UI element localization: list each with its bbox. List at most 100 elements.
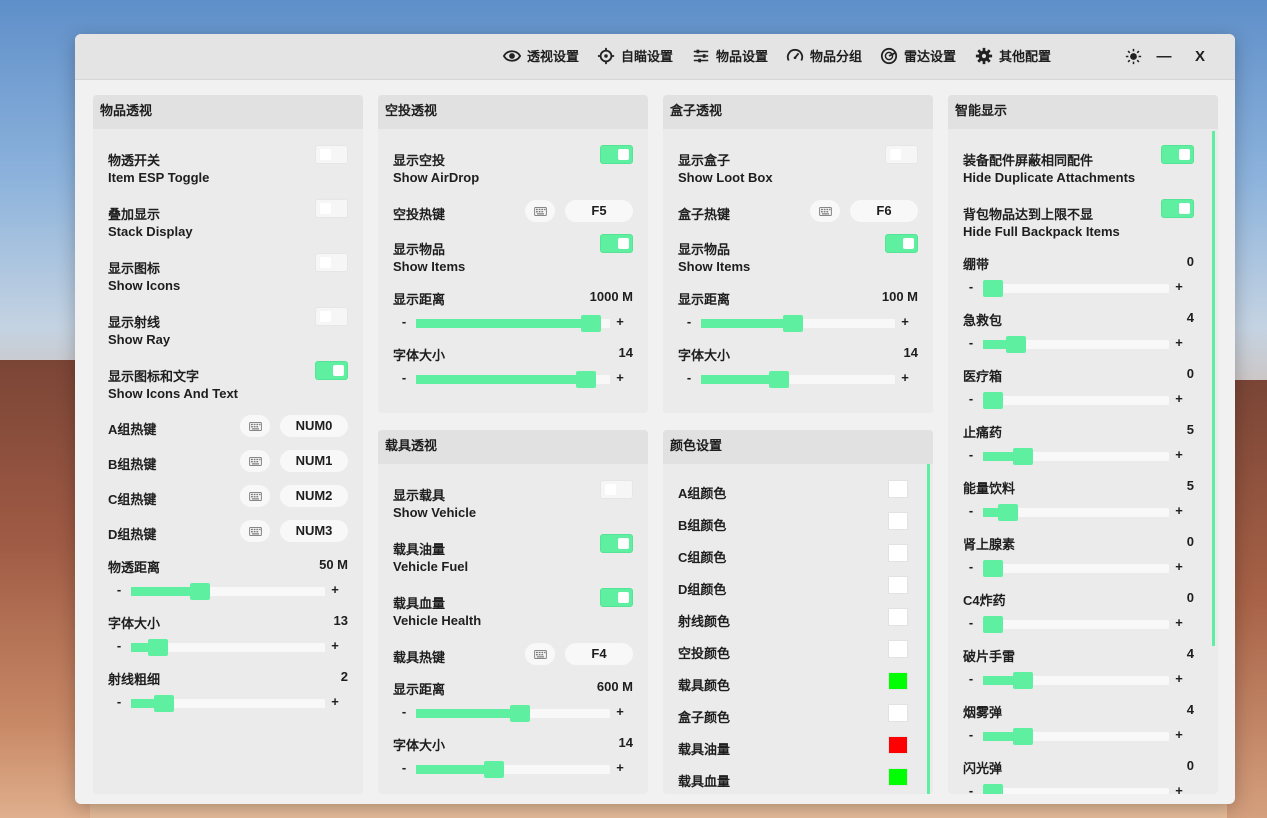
scrollbar[interactable] xyxy=(1212,131,1215,646)
slider-thumb[interactable] xyxy=(190,583,210,600)
color-swatch[interactable] xyxy=(888,608,908,626)
slider-decrement[interactable]: - xyxy=(684,314,694,329)
slider-decrement[interactable]: - xyxy=(966,279,976,294)
slider-thumb[interactable] xyxy=(1013,672,1033,689)
slider-thumb[interactable] xyxy=(1006,336,1026,353)
slider-track[interactable] xyxy=(983,392,1169,409)
slider-decrement[interactable]: - xyxy=(399,704,409,719)
slider-decrement[interactable]: - xyxy=(966,391,976,406)
color-swatch[interactable] xyxy=(888,640,908,658)
toggle-switch[interactable] xyxy=(600,534,633,553)
slider-increment[interactable]: + xyxy=(900,314,910,329)
slider-thumb[interactable] xyxy=(148,639,168,656)
slider-decrement[interactable]: - xyxy=(114,638,124,653)
slider-track[interactable] xyxy=(983,672,1169,689)
slider-decrement[interactable]: - xyxy=(966,727,976,742)
slider-track[interactable] xyxy=(131,695,325,712)
slider-decrement[interactable]: - xyxy=(114,694,124,709)
slider-track[interactable] xyxy=(983,784,1169,794)
slider-thumb[interactable] xyxy=(783,315,803,332)
slider-thumb[interactable] xyxy=(983,616,1003,633)
slider-thumb[interactable] xyxy=(983,560,1003,577)
slider-thumb[interactable] xyxy=(1013,728,1033,745)
keyboard-button[interactable] xyxy=(525,643,555,665)
slider-thumb[interactable] xyxy=(576,371,596,388)
toggle-switch[interactable] xyxy=(315,307,348,326)
color-swatch[interactable] xyxy=(888,672,908,690)
color-swatch[interactable] xyxy=(888,544,908,562)
slider-decrement[interactable]: - xyxy=(966,559,976,574)
slider-track[interactable] xyxy=(416,761,610,778)
slider-decrement[interactable]: - xyxy=(966,783,976,794)
slider-increment[interactable]: + xyxy=(615,370,625,385)
slider-track[interactable] xyxy=(983,560,1169,577)
slider-increment[interactable]: + xyxy=(615,314,625,329)
color-swatch[interactable] xyxy=(888,704,908,722)
keyboard-button[interactable] xyxy=(240,520,270,542)
slider-thumb[interactable] xyxy=(510,705,530,722)
slider-decrement[interactable]: - xyxy=(399,370,409,385)
keyboard-button[interactable] xyxy=(810,200,840,222)
nav-item-3[interactable]: 物品设置 xyxy=(692,46,768,65)
nav-item-1[interactable]: 透视设置 xyxy=(503,46,579,65)
slider-track[interactable] xyxy=(131,583,325,600)
slider-decrement[interactable]: - xyxy=(399,760,409,775)
slider-decrement[interactable]: - xyxy=(966,335,976,350)
slider-track[interactable] xyxy=(983,280,1169,297)
slider-track[interactable] xyxy=(701,371,895,388)
slider-increment[interactable]: + xyxy=(615,760,625,775)
color-swatch[interactable] xyxy=(888,768,908,786)
slider-thumb[interactable] xyxy=(581,315,601,332)
hotkey-value-button[interactable]: NUM3 xyxy=(280,520,348,542)
slider-decrement[interactable]: - xyxy=(966,671,976,686)
slider-increment[interactable]: + xyxy=(1174,391,1184,406)
slider-increment[interactable]: + xyxy=(1174,671,1184,686)
hotkey-value-button[interactable]: F5 xyxy=(565,200,633,222)
slider-decrement[interactable]: - xyxy=(966,447,976,462)
scrollbar[interactable] xyxy=(927,464,930,794)
slider-increment[interactable]: + xyxy=(1174,727,1184,742)
slider-thumb[interactable] xyxy=(983,392,1003,409)
slider-track[interactable] xyxy=(416,315,610,332)
nav-item-2[interactable]: 自瞄设置 xyxy=(597,46,673,65)
color-swatch[interactable] xyxy=(888,576,908,594)
slider-increment[interactable]: + xyxy=(1174,615,1184,630)
keyboard-button[interactable] xyxy=(240,450,270,472)
toggle-switch[interactable] xyxy=(315,253,348,272)
slider-track[interactable] xyxy=(983,448,1169,465)
toggle-switch[interactable] xyxy=(600,588,633,607)
toggle-switch[interactable] xyxy=(600,234,633,253)
slider-increment[interactable]: + xyxy=(900,370,910,385)
color-swatch[interactable] xyxy=(888,480,908,498)
slider-increment[interactable]: + xyxy=(1174,503,1184,518)
slider-track[interactable] xyxy=(131,639,325,656)
hotkey-value-button[interactable]: NUM1 xyxy=(280,450,348,472)
slider-thumb[interactable] xyxy=(1013,448,1033,465)
slider-thumb[interactable] xyxy=(769,371,789,388)
slider-thumb[interactable] xyxy=(983,280,1003,297)
toggle-switch[interactable] xyxy=(885,145,918,164)
theme-toggle-button[interactable] xyxy=(1121,44,1145,68)
toggle-switch[interactable] xyxy=(1161,199,1194,218)
slider-track[interactable] xyxy=(983,616,1169,633)
slider-decrement[interactable]: - xyxy=(114,582,124,597)
hotkey-value-button[interactable]: F4 xyxy=(565,643,633,665)
slider-increment[interactable]: + xyxy=(1174,279,1184,294)
toggle-switch[interactable] xyxy=(315,361,348,380)
slider-increment[interactable]: + xyxy=(330,638,340,653)
nav-item-4[interactable]: 物品分组 xyxy=(786,46,862,65)
slider-increment[interactable]: + xyxy=(330,694,340,709)
toggle-switch[interactable] xyxy=(1161,145,1194,164)
slider-decrement[interactable]: - xyxy=(966,503,976,518)
close-button[interactable]: X xyxy=(1188,44,1212,68)
color-swatch[interactable] xyxy=(888,512,908,530)
slider-increment[interactable]: + xyxy=(1174,559,1184,574)
slider-increment[interactable]: + xyxy=(1174,335,1184,350)
slider-increment[interactable]: + xyxy=(330,582,340,597)
slider-thumb[interactable] xyxy=(484,761,504,778)
slider-track[interactable] xyxy=(416,705,610,722)
slider-thumb[interactable] xyxy=(154,695,174,712)
toggle-switch[interactable] xyxy=(600,145,633,164)
slider-increment[interactable]: + xyxy=(615,704,625,719)
toggle-switch[interactable] xyxy=(885,234,918,253)
